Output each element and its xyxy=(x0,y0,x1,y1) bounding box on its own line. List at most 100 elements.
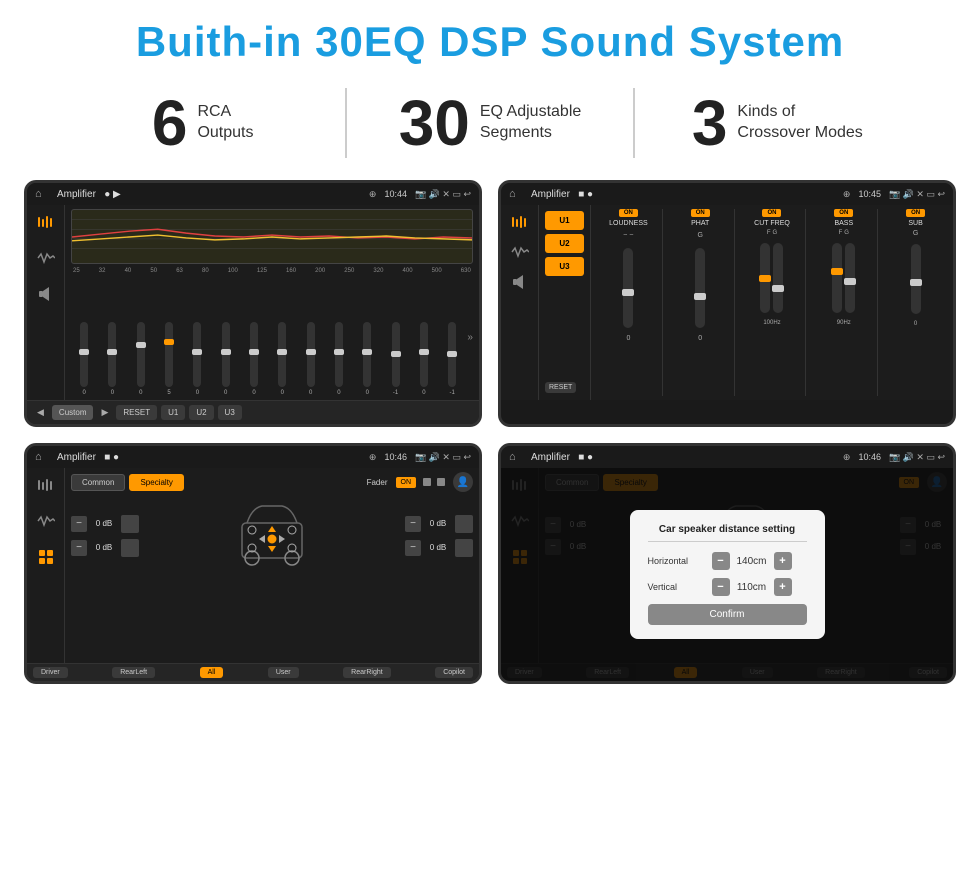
eq-slider-track[interactable] xyxy=(278,322,286,387)
specialty-tab[interactable]: Specialty xyxy=(129,474,183,491)
page-title: Buith-in 30EQ DSP Sound System xyxy=(0,0,980,76)
vertical-minus-btn[interactable]: − xyxy=(712,578,730,596)
home-icon-2[interactable]: ⌂ xyxy=(509,187,523,201)
eq-slider-track[interactable] xyxy=(307,322,315,387)
u1-btn[interactable]: U1 xyxy=(161,405,185,420)
eq-slider-track[interactable] xyxy=(448,322,456,387)
status-bar-1: ⌂ Amplifier ● ▶ ⊕ 10:44 📷 🔊 ✕ ▭ ↩ xyxy=(27,183,479,205)
stat-rca-number: 6 xyxy=(152,91,188,155)
eq-slider-track[interactable] xyxy=(80,322,88,387)
u3-amp-btn[interactable]: U3 xyxy=(545,257,584,276)
copilot-btn[interactable]: Copilot xyxy=(435,667,473,678)
rearright-btn[interactable]: RearRight xyxy=(343,667,391,678)
stats-bar: 6 RCAOutputs 30 EQ AdjustableSegments 3 … xyxy=(0,76,980,174)
loudness-label: LOUDNESS xyxy=(609,220,648,227)
vol-minus-3[interactable]: − xyxy=(405,516,421,532)
fader-label: Fader xyxy=(367,478,388,487)
driver-btn[interactable]: Driver xyxy=(33,667,68,678)
bass-slider-f[interactable] xyxy=(832,243,842,313)
vol-row-3: − 0 dB xyxy=(405,515,473,533)
eq-slider-track[interactable] xyxy=(363,322,371,387)
horizontal-label: Horizontal xyxy=(648,556,706,566)
eq-slider-track[interactable] xyxy=(335,322,343,387)
loudness-slider[interactable] xyxy=(623,248,633,328)
horizontal-value: 140cm xyxy=(734,556,770,567)
custom-btn[interactable]: Custom xyxy=(52,405,94,420)
screen-eq-sliders: ⌂ Amplifier ● ▶ ⊕ 10:44 📷 🔊 ✕ ▭ ↩ xyxy=(24,180,482,427)
sidebar-wave-icon[interactable] xyxy=(35,247,57,269)
vol-minus-2[interactable]: − xyxy=(71,540,87,556)
phat-slider[interactable] xyxy=(695,248,705,328)
bass-col: ON BASS F G 90Hz xyxy=(810,209,878,396)
sub-slider[interactable] xyxy=(911,244,921,314)
u1-amp-btn[interactable]: U1 xyxy=(545,211,584,230)
common-tab[interactable]: Common xyxy=(71,474,125,491)
prev-icon[interactable]: ◀ xyxy=(33,405,48,420)
stat-eq: 30 EQ AdjustableSegments xyxy=(347,91,632,155)
home-icon-4[interactable]: ⌂ xyxy=(509,450,523,464)
amp-eq-icon[interactable] xyxy=(509,211,531,233)
stat-rca-text: RCAOutputs xyxy=(197,102,253,144)
vol-val-3: 0 dB xyxy=(424,519,452,528)
fader-eq-icon[interactable] xyxy=(35,474,57,496)
eq-slider-track[interactable] xyxy=(193,322,201,387)
car-diagram xyxy=(145,498,399,573)
home-icon-1[interactable]: ⌂ xyxy=(35,187,49,201)
phat-col: ON PHAT G 0 xyxy=(667,209,735,396)
home-icon-3[interactable]: ⌂ xyxy=(35,450,49,464)
eq-slider-track[interactable] xyxy=(420,322,428,387)
tab-row-3: Common Specialty Fader ON 👤 xyxy=(71,472,473,492)
vol-minus-1[interactable]: − xyxy=(71,516,87,532)
loudness-on[interactable]: ON xyxy=(619,209,638,217)
eq-slider-track[interactable] xyxy=(165,322,173,387)
eq-slider-col: -1 xyxy=(382,322,408,396)
sub-on[interactable]: ON xyxy=(906,209,925,217)
next-icon[interactable]: ▶ xyxy=(97,405,112,420)
eq-sliders: 0 0 0 5 0 0 0 0 0 0 0 -1 0 -1 » xyxy=(71,278,473,396)
eq-slider-track[interactable] xyxy=(222,322,230,387)
vol-minus-4[interactable]: − xyxy=(405,540,421,556)
eq-slider-track[interactable] xyxy=(392,322,400,387)
status-bar-2: ⌂ Amplifier ■ ● ⊕ 10:45 📷 🔊 ✕ ▭ ↩ xyxy=(501,183,953,205)
eq-slider-track[interactable] xyxy=(250,322,258,387)
u2-btn[interactable]: U2 xyxy=(189,405,213,420)
fader-expand-icon[interactable] xyxy=(35,546,57,568)
all-btn[interactable]: All xyxy=(200,667,224,678)
vol-col-right: − 0 dB − 0 dB xyxy=(405,515,473,557)
rearleft-btn[interactable]: RearLeft xyxy=(112,667,155,678)
user-btn[interactable]: User xyxy=(268,667,299,678)
cutfreq-slider-f[interactable] xyxy=(760,243,770,313)
amp-speaker-icon[interactable] xyxy=(509,271,531,293)
eq-slider-track[interactable] xyxy=(137,322,145,387)
bass-on[interactable]: ON xyxy=(834,209,853,217)
status-icons-3: ⊕ xyxy=(369,452,377,463)
cutfreq-label: CUT FREQ xyxy=(754,220,790,227)
cutfreq-on[interactable]: ON xyxy=(762,209,781,217)
u2-amp-btn[interactable]: U2 xyxy=(545,234,584,253)
phat-on[interactable]: ON xyxy=(691,209,710,217)
horizontal-plus-btn[interactable]: + xyxy=(774,552,792,570)
reset-btn[interactable]: RESET xyxy=(116,405,157,420)
reset-amp-btn[interactable]: RESET xyxy=(545,382,576,393)
u-buttons: U1 U2 U3 RESET xyxy=(539,205,591,400)
status-icons-4: ⊕ xyxy=(843,452,851,463)
u3-btn[interactable]: U3 xyxy=(218,405,242,420)
fader-on-toggle[interactable]: ON xyxy=(396,477,417,488)
vertical-plus-btn[interactable]: + xyxy=(774,578,792,596)
bass-slider-g[interactable] xyxy=(845,243,855,313)
horizontal-minus-btn[interactable]: − xyxy=(712,552,730,570)
fader-wave-icon[interactable] xyxy=(35,510,57,532)
eq-slider-track[interactable] xyxy=(108,322,116,387)
sidebar-speaker-icon[interactable] xyxy=(35,283,57,305)
fader-main: Common Specialty Fader ON 👤 − 0 dB xyxy=(65,468,479,663)
confirm-button[interactable]: Confirm xyxy=(648,604,807,625)
eq-graph xyxy=(71,209,473,264)
dialog-vertical-row: Vertical − 110cm + xyxy=(648,578,807,596)
sidebar-eq-icon[interactable] xyxy=(35,211,57,233)
amp-sidebar xyxy=(501,205,539,400)
eq-slider-col: 0 xyxy=(298,322,324,396)
cutfreq-slider-g[interactable] xyxy=(773,243,783,313)
amp-wave-icon[interactable] xyxy=(509,241,531,263)
dialog-overlay: Car speaker distance setting Horizontal … xyxy=(501,468,953,681)
status-icons-2: ⊕ xyxy=(843,189,851,200)
